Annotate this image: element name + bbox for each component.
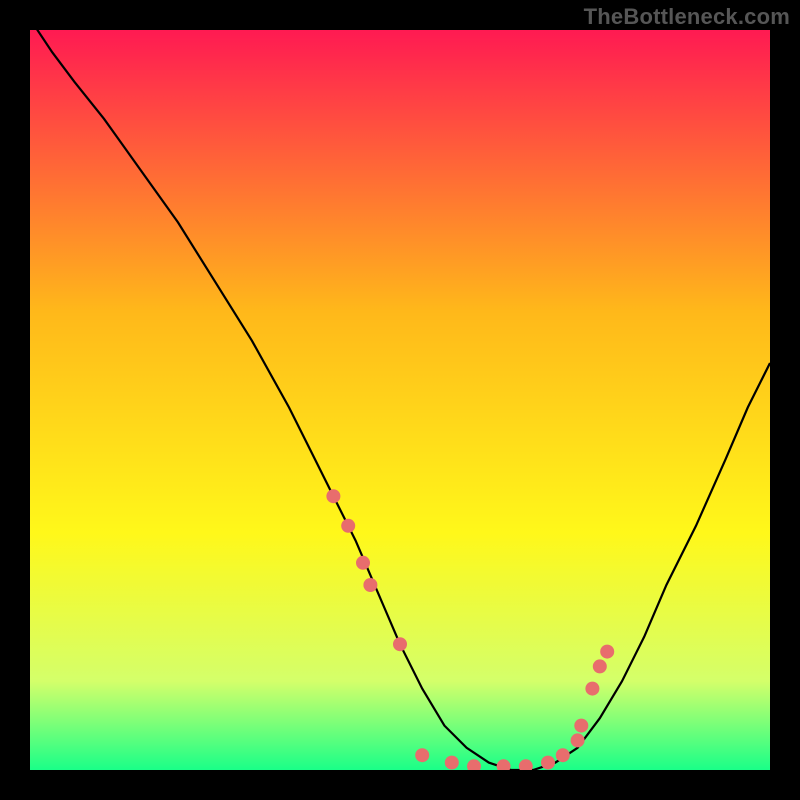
- curve-marker: [445, 756, 459, 770]
- curve-marker: [541, 756, 555, 770]
- attribution-text: TheBottleneck.com: [584, 4, 790, 30]
- curve-marker: [574, 719, 588, 733]
- curve-marker: [593, 659, 607, 673]
- curve-marker: [415, 748, 429, 762]
- chart-frame: TheBottleneck.com: [0, 0, 800, 800]
- chart-svg: [30, 30, 770, 770]
- curve-marker: [326, 489, 340, 503]
- curve-marker: [571, 733, 585, 747]
- curve-marker: [341, 519, 355, 533]
- curve-marker: [393, 637, 407, 651]
- curve-marker: [600, 645, 614, 659]
- curve-marker: [585, 682, 599, 696]
- gradient-background: [30, 30, 770, 770]
- plot-area: [30, 30, 770, 770]
- curve-marker: [363, 578, 377, 592]
- curve-marker: [556, 748, 570, 762]
- curve-marker: [356, 556, 370, 570]
